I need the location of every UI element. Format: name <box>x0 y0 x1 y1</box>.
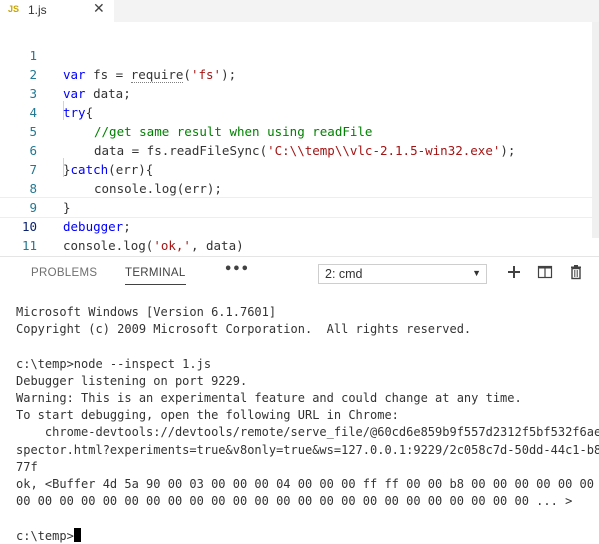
code-line: 4 //get same result when using readFile <box>0 84 599 139</box>
tab-problems[interactable]: PROBLEMS <box>31 267 97 279</box>
terminal-prompt-line[interactable]: c:\temp> <box>16 527 81 544</box>
terminal-line: spector.html?experiments=true&v8only=tru… <box>16 442 599 457</box>
terminal-line: To start debugging, open the following U… <box>16 408 399 423</box>
terminal-line: Microsoft Windows [Version 6.1.7601] <box>16 305 277 319</box>
line-number: 11 <box>21 238 37 253</box>
terminal-line: c:\temp>node --inspect 1.js <box>16 356 212 371</box>
split-terminal-icon[interactable] <box>537 264 553 280</box>
terminal-line: Copyright (c) 2009 Microsoft Corporation… <box>16 322 472 337</box>
editor-tab-bar: JS 1.js ✕ <box>0 0 599 22</box>
code-line: 9 debugger; <box>0 179 599 234</box>
terminal-line: Warning: This is an experimental feature… <box>16 391 522 405</box>
terminal-prompt: c:\temp> <box>16 528 74 543</box>
editor-scrollbar[interactable] <box>592 22 599 238</box>
tab-file-name: 1.js <box>28 3 47 17</box>
tab-terminal[interactable]: TERMINAL <box>125 267 186 285</box>
terminal-line: Debugger listening on port 9229. <box>16 373 248 388</box>
code-line-current: 10 console.log('ok,', data) <box>0 197 599 253</box>
tab-1js[interactable]: JS 1.js ✕ <box>0 0 114 22</box>
panel-header: PROBLEMS TERMINAL ••• 2: cmd ▼ <box>0 257 599 291</box>
terminal-line: 77f <box>16 459 38 474</box>
more-actions-icon[interactable]: ••• <box>224 262 249 277</box>
terminal-line: ok, <Buffer 4d 5a 90 00 03 00 00 00 04 0… <box>16 477 594 491</box>
code-line: 11 <box>0 217 599 253</box>
code-line: 7 console.log(err); <box>0 141 599 196</box>
close-icon[interactable]: ✕ <box>93 1 105 17</box>
terminal-select-value: 2: cmd <box>325 267 363 281</box>
code-line: 8 } <box>0 160 599 215</box>
code-editor[interactable]: 1 var fs = require('fs'); 2 var data; 3 … <box>0 22 599 256</box>
code-line: 6 }catch(err){ <box>0 122 599 177</box>
chevron-down-icon: ▼ <box>472 268 481 278</box>
trash-icon[interactable] <box>568 264 584 280</box>
code-line: 2 var data; <box>0 46 599 101</box>
terminal-line: 00 00 00 00 00 00 00 00 00 00 00 00 00 0… <box>16 494 573 509</box>
code-line: 5 data = fs.readFileSync('C:\\temp\\vlc-… <box>0 103 599 158</box>
code-line: 1 var fs = require('fs'); <box>0 27 599 83</box>
terminal-select[interactable]: 2: cmd ▼ <box>318 264 487 284</box>
code-line: 3 try{ <box>0 65 599 120</box>
terminal-output[interactable]: Microsoft Windows [Version 6.1.7601] Cop… <box>0 304 599 544</box>
terminal-cursor <box>73 527 81 542</box>
plus-icon[interactable] <box>506 264 522 280</box>
javascript-file-icon: JS <box>8 4 20 14</box>
terminal-line: chrome-devtools://devtools/remote/serve_… <box>16 425 599 440</box>
